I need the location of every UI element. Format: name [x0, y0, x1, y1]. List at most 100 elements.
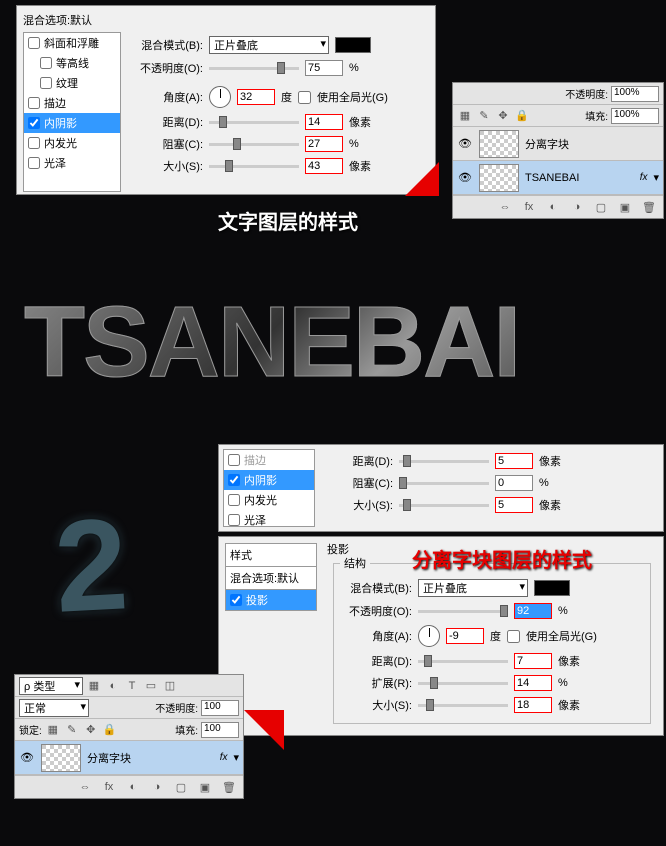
size-slider[interactable]	[399, 504, 489, 507]
style-inner-glow[interactable]: 内发光	[224, 490, 314, 510]
angle-dial[interactable]	[418, 625, 440, 647]
blend-mode-select[interactable]: 正常	[19, 699, 89, 717]
layer-row[interactable]: 👁 分离字块 fx ▾	[15, 741, 243, 775]
layer-name[interactable]: TSANEBAI	[525, 172, 634, 184]
global-light-label: 使用全局光(G)	[317, 89, 388, 105]
layer-fill-input[interactable]: 100%	[611, 108, 659, 124]
layer-thumbnail[interactable]	[479, 130, 519, 158]
angle-input[interactable]	[237, 89, 275, 105]
choke-label: 阻塞(C):	[333, 475, 393, 491]
global-light-check[interactable]	[507, 630, 520, 643]
chevron-down-icon[interactable]: ▾	[653, 171, 659, 184]
lock-all-icon[interactable]: 🔒	[102, 722, 118, 738]
spread-slider[interactable]	[418, 682, 508, 685]
lock-all-icon[interactable]: 🔒	[514, 108, 530, 124]
choke-slider[interactable]	[209, 143, 299, 146]
new-layer-icon[interactable]: ▣	[617, 199, 633, 215]
style-texture[interactable]: 纹理	[24, 73, 120, 93]
blend-mode-select[interactable]: 正片叠底	[209, 36, 329, 54]
opacity-slider[interactable]	[418, 610, 508, 613]
distance-slider[interactable]	[399, 460, 489, 463]
layer-thumbnail[interactable]	[479, 164, 519, 192]
layer-fill-input[interactable]: 100	[201, 722, 239, 738]
angle-input[interactable]	[446, 628, 484, 644]
size-input[interactable]	[305, 158, 343, 174]
lock-move-icon[interactable]: ✥	[495, 108, 511, 124]
blend-mode-select[interactable]: 正片叠底	[418, 579, 528, 597]
choke-slider[interactable]	[399, 482, 489, 485]
filter-smart-icon[interactable]: ◫	[162, 678, 178, 694]
link-icon[interactable]: ⇔	[497, 199, 513, 215]
layer-opacity-input[interactable]: 100	[201, 700, 239, 716]
opacity-slider[interactable]	[209, 67, 299, 70]
filter-adjust-icon[interactable]: ◐	[105, 678, 121, 694]
adjustment-icon[interactable]: ◑	[569, 199, 585, 215]
global-light-check[interactable]	[298, 91, 311, 104]
style-inner-glow[interactable]: 内发光	[24, 133, 120, 153]
choke-input[interactable]	[495, 475, 533, 491]
visibility-eye-icon[interactable]: 👁	[19, 751, 35, 764]
link-icon[interactable]: ⇔	[77, 779, 93, 795]
color-swatch[interactable]	[335, 37, 371, 53]
choke-input[interactable]	[305, 136, 343, 152]
style-stroke[interactable]: 描边	[24, 93, 120, 113]
angle-dial[interactable]	[209, 86, 231, 108]
trash-icon[interactable]: 🗑	[221, 779, 237, 795]
choke-label: 阻塞(C):	[131, 136, 203, 152]
folder-icon[interactable]: ▢	[593, 199, 609, 215]
folder-icon[interactable]: ▢	[173, 779, 189, 795]
trash-icon[interactable]: 🗑	[641, 199, 657, 215]
mask-icon[interactable]: ◐	[545, 199, 561, 215]
layer-opacity-input[interactable]: 100%	[611, 86, 659, 102]
size-input[interactable]	[495, 497, 533, 513]
layer-row[interactable]: 👁 分离字块	[453, 127, 663, 161]
fx-icon[interactable]: fx	[521, 199, 537, 215]
opacity-input[interactable]	[305, 60, 343, 76]
distance-label: 距离(D):	[340, 653, 412, 669]
filter-text-icon[interactable]: T	[124, 678, 140, 694]
lock-pixels-icon[interactable]: ▦	[45, 722, 61, 738]
lock-move-icon[interactable]: ✥	[83, 722, 99, 738]
distance-slider[interactable]	[209, 121, 299, 124]
size-input[interactable]	[514, 697, 552, 713]
struct-legend: 结构	[340, 555, 370, 571]
color-swatch[interactable]	[534, 580, 570, 596]
style-satin[interactable]: 光泽	[24, 153, 120, 173]
blend-options[interactable]: 混合选项:默认	[225, 566, 317, 589]
visibility-eye-icon[interactable]: 👁	[457, 137, 473, 150]
size-slider[interactable]	[418, 704, 508, 707]
new-layer-icon[interactable]: ▣	[197, 779, 213, 795]
distance-input[interactable]	[514, 653, 552, 669]
style-stroke[interactable]: 描边	[224, 450, 314, 470]
size-slider[interactable]	[209, 165, 299, 168]
size-unit: 像素	[349, 158, 371, 174]
mask-icon[interactable]: ◐	[125, 779, 141, 795]
style-contour[interactable]: 等高线	[24, 53, 120, 73]
distance-slider[interactable]	[418, 660, 508, 663]
filter-pixel-icon[interactable]: ▦	[86, 678, 102, 694]
layer-name[interactable]: 分离字块	[87, 750, 214, 766]
adjustment-icon[interactable]: ◑	[149, 779, 165, 795]
filter-shape-icon[interactable]: ▭	[143, 678, 159, 694]
lock-pixels-icon[interactable]: ▦	[457, 108, 473, 124]
style-inner-shadow[interactable]: 内阴影	[24, 113, 120, 133]
style-drop-shadow[interactable]: 投影	[225, 589, 317, 611]
spread-input[interactable]	[514, 675, 552, 691]
chevron-down-icon[interactable]: ▾	[233, 751, 239, 764]
fx-badge[interactable]: fx	[640, 172, 648, 183]
lock-brush-icon[interactable]: ✎	[476, 108, 492, 124]
layer-row[interactable]: 👁 TSANEBAI fx ▾	[453, 161, 663, 195]
distance-input[interactable]	[495, 453, 533, 469]
layer-thumbnail[interactable]	[41, 744, 81, 772]
kind-select[interactable]: ρ 类型	[19, 677, 83, 695]
lock-brush-icon[interactable]: ✎	[64, 722, 80, 738]
visibility-eye-icon[interactable]: 👁	[457, 171, 473, 184]
layer-name[interactable]: 分离字块	[525, 136, 659, 152]
style-bevel[interactable]: 斜面和浮雕	[24, 33, 120, 53]
fx-icon[interactable]: fx	[101, 779, 117, 795]
distance-input[interactable]	[305, 114, 343, 130]
opacity-input[interactable]	[514, 603, 552, 619]
style-satin[interactable]: 光泽	[224, 510, 314, 530]
fx-badge[interactable]: fx	[220, 752, 228, 763]
style-inner-shadow[interactable]: 内阴影	[224, 470, 314, 490]
